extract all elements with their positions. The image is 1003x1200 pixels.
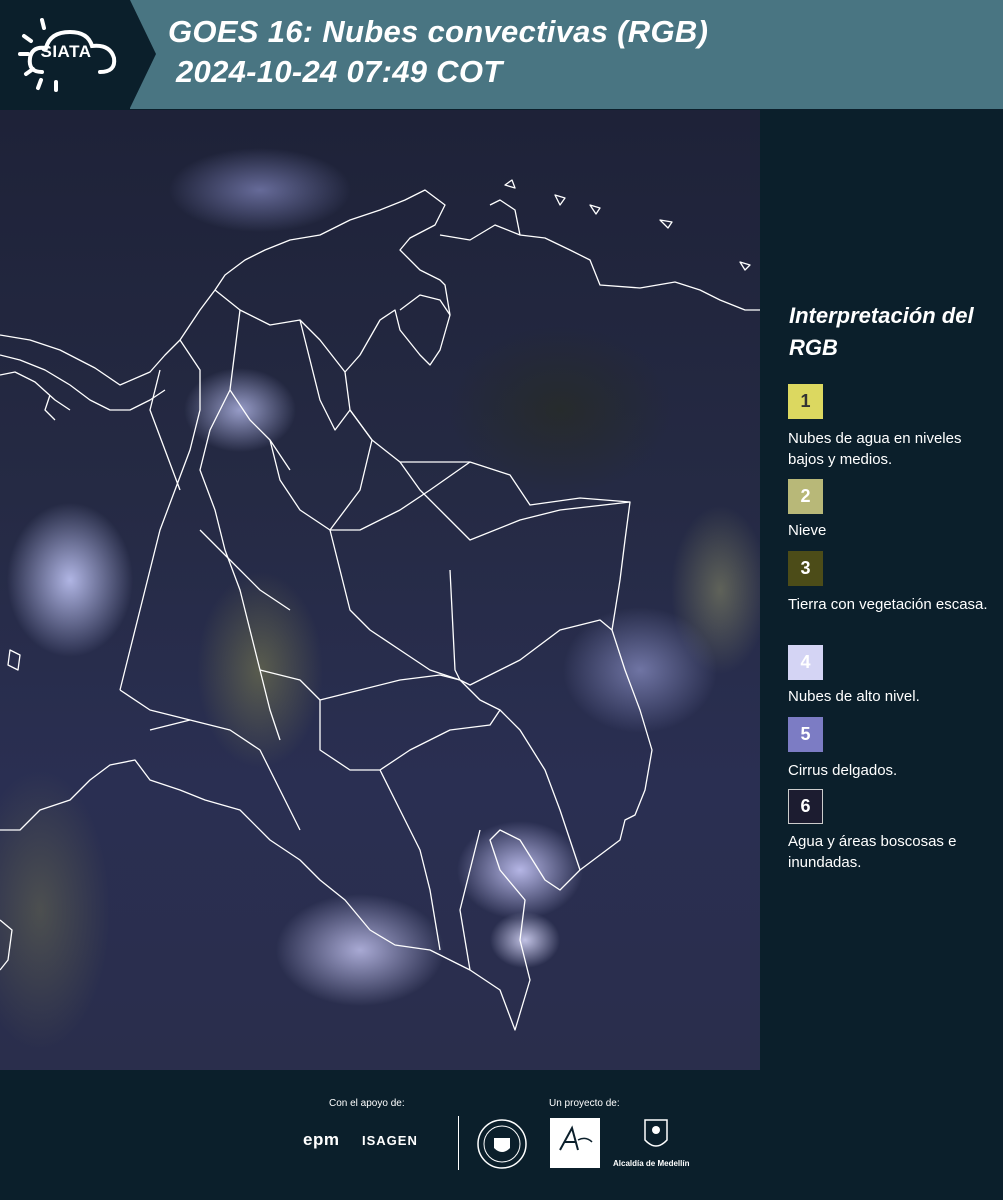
- epm-logo: epm: [303, 1130, 340, 1149]
- border-overlay: [0, 179, 760, 1031]
- legend-swatch-5: 5: [788, 717, 823, 752]
- logo-arrow: [130, 0, 156, 108]
- siata-logo-text: SIATA: [40, 42, 92, 61]
- legend-label-1: Nubes de agua en niveles bajos y medios.: [788, 430, 962, 468]
- footer: Con el apoyo de: Un proyecto de: epm ISA…: [0, 1070, 1003, 1200]
- legend-title: Interpretación del RGB: [789, 303, 974, 360]
- satellite-image: [0, 110, 760, 1070]
- medellin-seal-icon: [477, 1119, 527, 1169]
- colombia-outline: [0, 189, 653, 1031]
- alcaldia-shield-icon: [644, 1119, 668, 1147]
- legend-swatch-6: 6: [788, 789, 823, 824]
- footer-divider: [458, 1116, 459, 1170]
- support-caption: Con el apoyo de:: [329, 1098, 405, 1109]
- area-metropolitana-name: METROPOLITANA: [550, 1157, 593, 1163]
- legend-label-4: Nubes de alto nivel.: [788, 688, 920, 705]
- legend-label-3: Tierra con vegetación escasa.: [788, 596, 988, 613]
- venezuela-coast: [439, 224, 760, 311]
- legend-swatch-2: 2: [788, 479, 823, 514]
- isagen-logo: ISAGEN: [362, 1133, 418, 1148]
- legend-swatch-1: 1: [788, 384, 823, 419]
- header-bar: SIATA GOES 16: Nubes convectivas (RGB) 2…: [0, 0, 1003, 109]
- legend-swatch-4: 4: [788, 645, 823, 680]
- page-title: GOES 16: Nubes convectivas (RGB): [168, 14, 709, 49]
- legend-label-6: Agua y áreas boscosas e inundadas.: [788, 833, 957, 871]
- alcaldia-name: Alcaldía de Medellín: [613, 1159, 690, 1168]
- legend-swatch-3: 3: [788, 551, 823, 586]
- project-caption: Un proyecto de:: [549, 1098, 620, 1109]
- timestamp: 2024-10-24 07:49 COT: [176, 54, 503, 89]
- legend-label-5: Cirrus delgados.: [788, 762, 898, 779]
- legend-label-2: Nieve: [788, 522, 827, 539]
- panama-outline: [0, 354, 166, 411]
